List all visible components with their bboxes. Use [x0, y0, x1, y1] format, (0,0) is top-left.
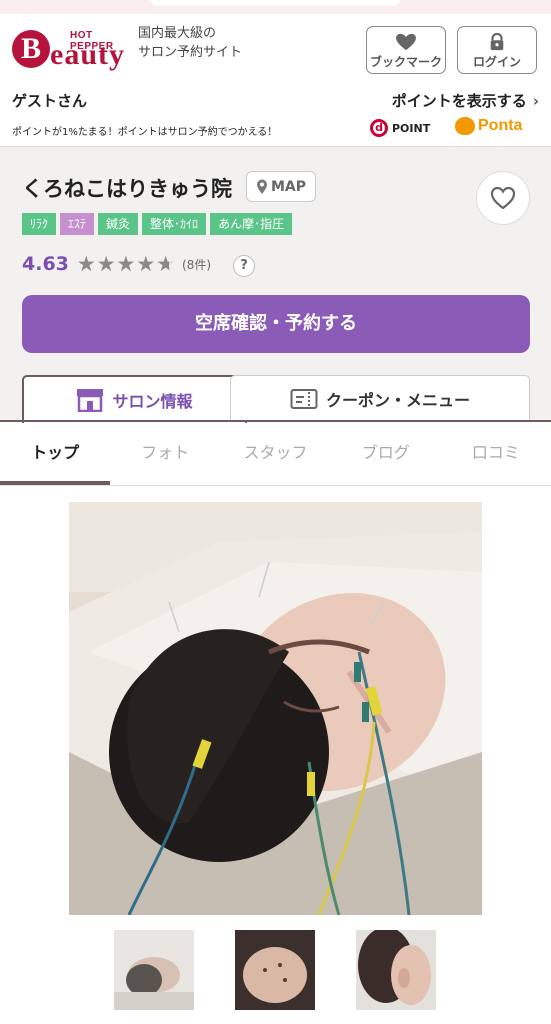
points-note: ポイントが1%たまる！ポイントはサロン予約でつかえる！	[12, 127, 278, 138]
hotpepper-beauty-logo[interactable]: HOT PEPPER B eauty	[12, 30, 132, 84]
bookmark-label: ブックマーク	[369, 55, 442, 69]
heart-outline-icon	[490, 186, 516, 210]
thumbnail-image	[114, 930, 194, 1010]
salon-info-label: サロン情報	[112, 392, 193, 411]
logo-letter: B	[12, 30, 50, 68]
reserve-button[interactable]: 空席確認・予約する	[22, 295, 530, 353]
genre-tag: 整体･ｶｲﾛ	[142, 213, 207, 235]
tab-blog[interactable]: ブログ	[331, 422, 441, 485]
salon-name: くろねこはりきゅう院	[22, 177, 232, 201]
thumbnail-2[interactable]	[235, 930, 315, 1010]
tab-staff[interactable]: スタッフ	[220, 422, 330, 485]
dpoint-logo: d POINT	[370, 118, 430, 138]
tagline-line-1: 国内最大級の	[138, 26, 217, 41]
map-button[interactable]: MAP	[246, 171, 316, 202]
coupon-icon	[290, 388, 318, 409]
tagline: 国内最大級の サロン予約サイト	[138, 24, 242, 62]
favorite-button[interactable]	[476, 171, 530, 225]
genre-tag: ﾘﾗｸ	[22, 213, 57, 235]
ponta-icon	[455, 117, 475, 135]
thumbnail-image	[356, 930, 436, 1010]
lock-icon	[490, 33, 504, 51]
dpoint-label: POINT	[392, 121, 431, 135]
map-pin-icon	[256, 179, 267, 194]
chevron-right-icon: ›	[532, 92, 539, 110]
site-header: HOT PEPPER B eauty 国内最大級の サロン予約サイト ブックマー…	[0, 14, 551, 146]
rating-stars: ★★★★★ ★★★★★	[77, 253, 176, 275]
tab-photo[interactable]: フォト	[110, 422, 220, 485]
tab-reviews[interactable]: 口コミ	[441, 422, 551, 485]
tab-top[interactable]: トップ	[0, 422, 111, 485]
ponta-label: Ponta	[478, 117, 523, 134]
coupon-menu-label: クーポン・メニュー	[325, 390, 470, 410]
show-points-label: ポイントを表示する	[391, 92, 527, 110]
main-photo[interactable]	[69, 502, 482, 915]
ponta-logo: Ponta	[455, 117, 522, 135]
thumbnail-image	[235, 930, 315, 1010]
login-button[interactable]: ログイン	[457, 26, 537, 74]
thumbnail-1[interactable]	[114, 930, 194, 1010]
map-label: MAP	[270, 178, 307, 195]
show-points-link[interactable]: ポイントを表示する ›	[392, 90, 539, 111]
top-strip	[0, 0, 551, 14]
salon-summary: くろねこはりきゅう院 MAP ﾘﾗｸ ｴｽﾃ 鍼灸 整体･ｶｲﾛ あん摩･指圧 4.63…	[0, 146, 551, 423]
login-label: ログイン	[472, 55, 521, 69]
tagline-line-2: サロン予約サイト	[138, 45, 243, 60]
salon-info-tab[interactable]: サロン情報	[22, 375, 247, 423]
genre-tag: 鍼灸	[98, 213, 139, 235]
rating-row: 4.63 ★★★★★ ★★★★★ (8件)	[22, 253, 211, 275]
guest-name: ゲストさん	[12, 92, 88, 110]
genre-tags: ﾘﾗｸ ｴｽﾃ 鍼灸 整体･ｶｲﾛ あん摩･指圧	[22, 213, 293, 235]
acupuncture-photo	[69, 502, 482, 915]
rating-score: 4.63	[22, 253, 69, 275]
logo-word: eauty	[50, 38, 125, 71]
genre-tag: ｴｽﾃ	[60, 213, 95, 235]
shop-icon	[77, 389, 104, 412]
bookmark-button[interactable]: ブックマーク	[366, 26, 446, 74]
review-count[interactable]: (8件)	[182, 256, 211, 273]
genre-tag: あん摩･指圧	[210, 213, 293, 235]
sub-tabs: トップ フォト スタッフ ブログ 口コミ	[0, 422, 551, 486]
thumbnail-3[interactable]	[356, 930, 436, 1010]
photo-thumbnails	[0, 930, 551, 1010]
heart-icon	[396, 33, 416, 51]
help-icon[interactable]: ?	[233, 255, 255, 277]
dpoint-icon: d	[370, 119, 388, 137]
stars-fill: ★★★★★	[76, 253, 169, 275]
url-pill	[150, 0, 400, 6]
coupon-menu-tab[interactable]: クーポン・メニュー	[230, 375, 530, 421]
